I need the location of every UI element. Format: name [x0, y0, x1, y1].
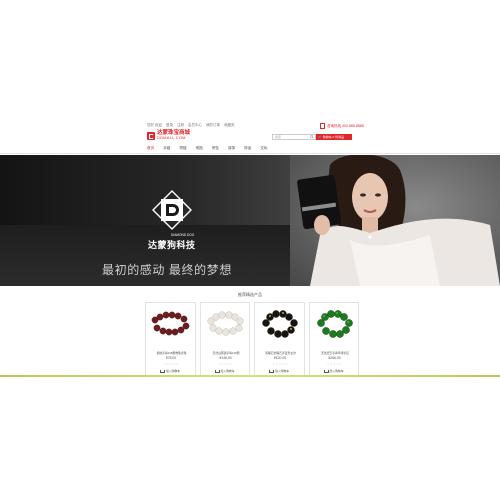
- top-link[interactable]: 我的订单: [206, 123, 220, 128]
- footer-accent-line: [0, 375, 500, 377]
- product-name[interactable]: 紫檀手串108颗佛珠念珠: [149, 351, 194, 355]
- section-title: 推荐精选产品: [238, 292, 262, 297]
- nav-item[interactable]: 文玩: [260, 146, 267, 151]
- add-to-cart-button[interactable]: 加入购物车: [323, 369, 344, 373]
- nav-item[interactable]: 饰品: [244, 146, 251, 151]
- add-to-cart-label: 加入购物车: [166, 369, 180, 373]
- top-link[interactable]: 注册: [177, 123, 184, 128]
- logo-en-text: DDMALL.COM: [157, 135, 186, 141]
- product-name[interactable]: 天然碧玉手串翠绿手链: [313, 351, 358, 355]
- add-to-cart-button[interactable]: 加入购物车: [160, 369, 180, 373]
- nav-item-home[interactable]: 首页: [147, 146, 154, 151]
- top-link[interactable]: 您好,欢迎: [147, 123, 162, 128]
- banner-slogan: 最初的感动 最终的梦想: [102, 263, 232, 277]
- cart-icon: [214, 369, 220, 373]
- product-card[interactable]: 天然碧玉手串翠绿手链 ¥266.00 ☆☆☆☆☆ 加入购物车: [308, 302, 359, 376]
- cart-icon: 🛒: [318, 135, 322, 139]
- nav-item[interactable]: 耳饰: [228, 146, 235, 151]
- product-name[interactable]: 黑曜石金曜石手链男女款: [258, 351, 303, 355]
- search-icon: [310, 135, 314, 139]
- hotline-text: 咨询热线 400-888-8888: [327, 123, 364, 128]
- add-to-cart-label: 加入购物车: [329, 369, 344, 373]
- top-link[interactable]: 收藏夹: [224, 123, 235, 128]
- hotline: 咨询热线 400-888-8888: [320, 123, 364, 129]
- nav-item[interactable]: 吊坠: [212, 146, 219, 151]
- site-logo[interactable]: 达蒙珠宝商城 DDMALL.COM: [147, 130, 193, 141]
- product-name[interactable]: 天然白砗磲手串108颗: [204, 351, 249, 355]
- add-to-cart-button[interactable]: 加入购物车: [214, 369, 235, 373]
- brand-cn-text: 达蒙狗科技: [148, 240, 196, 250]
- add-to-cart-label: 加入购物车: [220, 369, 235, 373]
- product-image: [206, 311, 244, 336]
- diamond-dog-logo-icon: [152, 190, 192, 230]
- cart-button[interactable]: 🛒 购物车 0 件商品: [316, 134, 352, 140]
- product-card[interactable]: 天然白砗磲手串108颗 ¥146.00 ☆☆☆☆☆ 加入购物车: [199, 302, 250, 376]
- add-to-cart-button[interactable]: 加入购物车: [269, 369, 289, 373]
- search-button[interactable]: [309, 135, 315, 140]
- product-price: ¥146.00: [219, 356, 232, 360]
- cart-icon: [269, 369, 274, 373]
- nav-divider: [0, 153, 500, 154]
- phone-icon: [320, 123, 325, 129]
- top-link[interactable]: 登录: [166, 123, 173, 128]
- top-links: 您好,欢迎 登录 注册 会员中心 我的订单 收藏夹: [147, 123, 234, 128]
- product-image: [262, 310, 298, 338]
- rating-stars: ☆☆☆☆☆: [218, 362, 233, 366]
- model-photo: [290, 155, 500, 286]
- product-card[interactable]: 黑曜石金曜石手链男女款 ¥120.00 ☆☆☆☆☆ 加入购物车: [254, 302, 305, 376]
- cart-icon: [160, 369, 165, 373]
- product-image: [151, 311, 190, 336]
- logo-icon: [147, 131, 155, 140]
- product-image: [316, 310, 353, 338]
- nav-item[interactable]: 戒指: [196, 146, 203, 151]
- product-card[interactable]: 紫檀手串108颗佛珠念珠 ¥78.00 ☆☆☆☆☆ 加入购物车: [145, 302, 196, 376]
- product-list: 紫檀手串108颗佛珠念珠 ¥78.00 ☆☆☆☆☆ 加入购物车 天然白砗磲手串1…: [145, 302, 359, 376]
- rating-stars: ☆☆☆☆☆: [327, 362, 342, 366]
- rating-stars: ☆☆☆☆☆: [163, 362, 179, 366]
- add-to-cart-label: 加入购物车: [275, 369, 289, 373]
- cart-label: 购物车 0 件商品: [322, 135, 345, 139]
- top-link[interactable]: 会员中心: [188, 123, 202, 128]
- product-price: ¥78.00: [165, 356, 177, 360]
- rating-stars: ☆☆☆☆☆: [272, 362, 288, 366]
- product-price: ¥120.00: [273, 356, 287, 360]
- nav-item[interactable]: 项链: [179, 146, 186, 151]
- hero-banner[interactable]: DIAMOND DOG 达蒙狗科技 最初的感动 最终的梦想: [0, 155, 500, 286]
- product-price: ¥266.00: [328, 356, 341, 360]
- nav-item[interactable]: 手链: [163, 146, 170, 151]
- main-nav: 首页 手链 项链 戒指 吊坠 耳饰 饰品 文玩: [147, 146, 268, 151]
- brand-en-text: DIAMOND DOG: [171, 233, 195, 237]
- cart-icon: [323, 369, 329, 373]
